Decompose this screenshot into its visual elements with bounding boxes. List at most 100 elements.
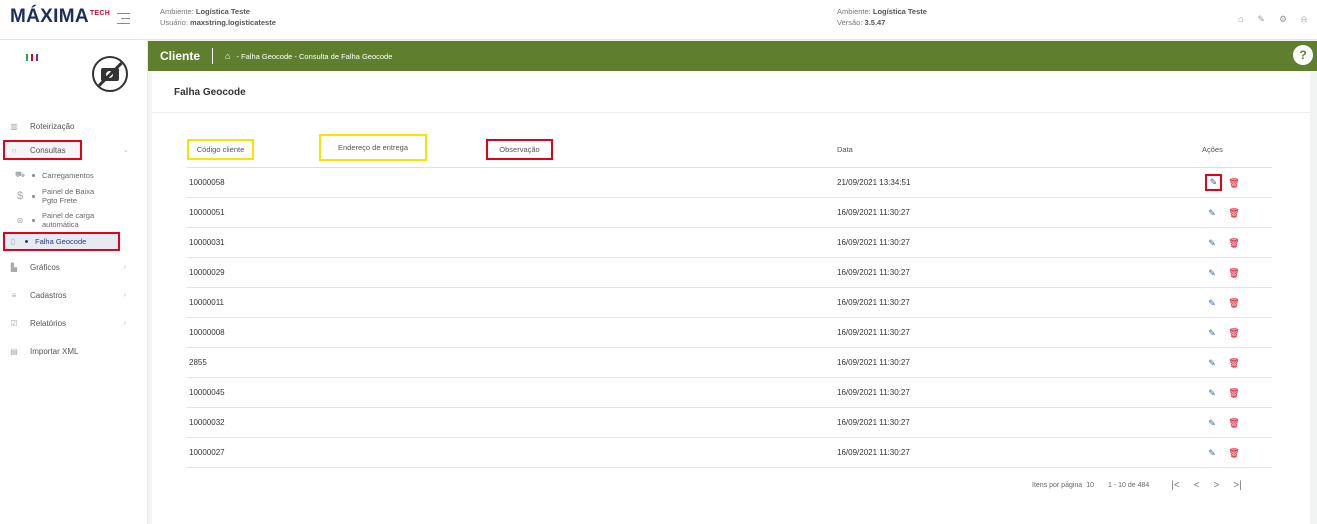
home-icon[interactable]: ⌂ (1238, 14, 1243, 25)
cell-codigo-cliente: 10000011 (189, 298, 224, 307)
cell-codigo-cliente: 10000051 (189, 208, 225, 217)
edit-icon[interactable]: ✎ (1205, 206, 1219, 220)
cell-data: 16/09/2021 11:30:27 (837, 208, 910, 217)
cell-codigo-cliente: 10000029 (189, 268, 225, 277)
status-bars-icon (26, 53, 41, 63)
items-per-page-label: Itens por página (1032, 482, 1083, 489)
page-section-title: Cliente (160, 49, 201, 63)
column-acoes: Ações (1202, 145, 1223, 154)
edit-icon[interactable]: ✎ (1205, 236, 1219, 250)
edit-icon[interactable]: ✎ (1205, 386, 1219, 400)
table-row[interactable]: 10000032 16/09/2021 11:30:27 ✎ 🗑 (187, 408, 1272, 438)
pin-icon: ▯ (10, 237, 16, 246)
cell-codigo-cliente: 10000058 (189, 178, 225, 187)
cell-codigo-cliente: 10000027 (189, 448, 225, 457)
next-page-icon[interactable]: > (1214, 480, 1220, 491)
delete-icon[interactable]: 🗑 (1227, 386, 1241, 400)
sidebar-subitem-painel-baixa[interactable]: $ Painel de Baixa Pgto Frete (0, 184, 148, 208)
table-row[interactable]: 10000008 16/09/2021 11:30:27 ✎ 🗑 (187, 318, 1272, 348)
table-row[interactable]: 10000029 16/09/2021 11:30:27 ✎ 🗑 (187, 258, 1272, 288)
edit-icon[interactable]: ✎ (1205, 446, 1219, 460)
items-per-page-select[interactable]: 10 (1086, 482, 1094, 489)
search-icon: ○ (11, 145, 17, 155)
page-title: Falha Geocode (174, 87, 246, 98)
column-codigo-cliente[interactable]: Código cliente (187, 139, 254, 160)
table-row[interactable]: 10000031 16/09/2021 11:30:27 ✎ 🗑 (187, 228, 1272, 258)
environment-info: Ambiente: Logística Teste Usuário: maxst… (160, 7, 276, 27)
cell-codigo-cliente: 10000032 (189, 418, 225, 427)
pencil-icon[interactable]: ✎ (1257, 14, 1265, 25)
delete-icon[interactable]: 🗑 (1227, 206, 1241, 220)
cell-data: 21/09/2021 13:34:51 (837, 178, 911, 187)
sidebar-item-importar-xml[interactable]: ▤ Importar XML (0, 341, 148, 361)
home-icon[interactable]: ⌂ (225, 51, 230, 61)
delete-icon[interactable]: 🗑 (1227, 326, 1241, 340)
table-header: Código cliente Endereço de entrega Obser… (187, 134, 1272, 168)
edit-icon[interactable]: ✎ (1205, 356, 1219, 370)
sidebar-subitem-painel-carga[interactable]: ⊛ Painel de carga automática (0, 208, 148, 232)
column-data[interactable]: Data (837, 139, 853, 160)
cell-data: 16/09/2021 11:30:27 (837, 298, 910, 307)
table-row[interactable]: 10000011 16/09/2021 11:30:27 ✎ 🗑 (187, 288, 1272, 318)
edit-icon[interactable]: ✎ (1205, 416, 1219, 430)
cell-data: 16/09/2021 11:30:27 (837, 328, 910, 337)
delete-icon[interactable]: 🗑 (1227, 176, 1241, 190)
edit-icon[interactable]: ✎ (1205, 326, 1219, 340)
edit-icon[interactable]: ✎ (1205, 266, 1219, 280)
header-actions: ⌂ ✎ ⚙ ⍾ (1238, 14, 1307, 25)
sidebar: ▥ Roteirização ○ Consultas ⌄ ⛟ Carregame… (0, 40, 148, 524)
dollar-icon: $ (16, 190, 24, 202)
sidebar-item-consultas[interactable]: ○ Consultas (3, 140, 82, 160)
cell-codigo-cliente: 10000031 (189, 238, 225, 247)
delete-icon[interactable]: 🗑 (1227, 416, 1241, 430)
sidebar-subitem-carregamentos[interactable]: ⛟ Carregamentos (0, 166, 148, 184)
logo: MÁXIMATECH (10, 6, 111, 27)
chevron-right-icon: › (123, 319, 126, 327)
cell-data: 16/09/2021 11:30:27 (837, 388, 910, 397)
first-page-icon[interactable]: |< (1171, 480, 1179, 491)
cell-data: 16/09/2021 11:30:27 (837, 238, 910, 247)
sidebar-item-relatorios[interactable]: ☑ Relatórios › (0, 313, 148, 333)
bell-icon[interactable]: ⍾ (1301, 14, 1307, 25)
sidebar-subitem-falha-geocode[interactable]: ▯ Falha Geocode (3, 232, 120, 251)
delete-icon[interactable]: 🗑 (1227, 236, 1241, 250)
content-card: Falha Geocode Código cliente Endereço de… (152, 71, 1310, 524)
sidebar-item-roteirizacao[interactable]: ▥ Roteirização (0, 116, 148, 136)
cell-codigo-cliente: 2855 (189, 358, 207, 367)
avatar[interactable] (92, 56, 128, 92)
delete-icon[interactable]: 🗑 (1227, 356, 1241, 370)
page-range: 1 - 10 de 484 (1108, 482, 1150, 489)
top-header: MÁXIMATECH Ambiente: Logística Teste Usu… (0, 0, 1317, 40)
table-row[interactable]: 10000045 16/09/2021 11:30:27 ✎ 🗑 (187, 378, 1272, 408)
page-titlebar: Cliente ⌂ - Falha Geocode - Consulta de … (148, 41, 1317, 71)
edit-icon[interactable]: ✎ (1205, 296, 1219, 310)
delete-icon[interactable]: 🗑 (1227, 296, 1241, 310)
map-icon: ▥ (10, 121, 18, 131)
cell-data: 16/09/2021 11:30:27 (837, 358, 910, 367)
table-row[interactable]: 10000058 21/09/2021 13:34:51 ✎ 🗑 (187, 168, 1272, 198)
table-row[interactable]: 2855 16/09/2021 11:30:27 ✎ 🗑 (187, 348, 1272, 378)
file-icon: ▤ (10, 346, 18, 356)
cell-codigo-cliente: 10000045 (189, 388, 225, 397)
chevron-right-icon: › (123, 263, 126, 271)
column-observacao[interactable]: Observação (486, 139, 553, 160)
last-page-icon[interactable]: >| (1233, 480, 1241, 491)
prev-page-icon[interactable]: < (1194, 480, 1200, 491)
cell-data: 16/09/2021 11:30:27 (837, 268, 910, 277)
table-row[interactable]: 10000027 16/09/2021 11:30:27 ✎ 🗑 (187, 438, 1272, 468)
help-button[interactable]: ? (1293, 45, 1313, 65)
column-endereco-entrega[interactable]: Endereço de entrega (319, 134, 427, 161)
sidebar-item-cadastros[interactable]: ≡ Cadastros › (0, 285, 148, 305)
cell-codigo-cliente: 10000008 (189, 328, 225, 337)
menu-toggle-icon[interactable] (117, 13, 130, 28)
cell-data: 16/09/2021 11:30:27 (837, 418, 910, 427)
paginator: Itens por página 10 1 - 10 de 484 |< < >… (1032, 480, 1242, 491)
sidebar-item-graficos[interactable]: ▙ Gráficos › (0, 257, 148, 277)
delete-icon[interactable]: 🗑 (1227, 266, 1241, 280)
cell-data: 16/09/2021 11:30:27 (837, 448, 910, 457)
table-row[interactable]: 10000051 16/09/2021 11:30:27 ✎ 🗑 (187, 198, 1272, 228)
delete-icon[interactable]: 🗑 (1227, 446, 1241, 460)
gear-icon: ⊛ (16, 215, 24, 225)
edit-icon[interactable]: ✎ (1205, 174, 1222, 191)
gear-icon[interactable]: ⚙ (1279, 14, 1287, 25)
